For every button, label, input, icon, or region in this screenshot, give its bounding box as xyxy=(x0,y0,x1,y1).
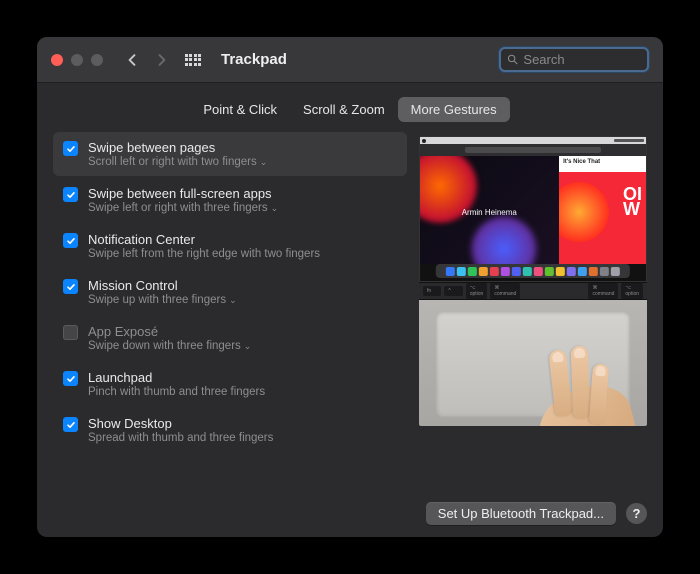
gesture-subtitle: Spread with thumb and three fingers xyxy=(88,432,273,444)
close-button[interactable] xyxy=(51,54,63,66)
back-button[interactable] xyxy=(121,49,143,71)
gesture-subtitle[interactable]: Swipe left or right with three fingers⌄ xyxy=(88,202,278,214)
checkbox[interactable] xyxy=(63,233,78,248)
search-input[interactable] xyxy=(523,52,641,67)
gesture-title: Show Desktop xyxy=(88,416,273,431)
preview-screen: Armin Heinema It's Nice That OIW xyxy=(419,136,647,282)
gesture-show-desktop[interactable]: Show Desktop Spread with thumb and three… xyxy=(53,408,407,452)
chevron-down-icon: ⌄ xyxy=(229,295,237,306)
gesture-swipe-pages[interactable]: Swipe between pages Scroll left or right… xyxy=(53,132,407,176)
help-button[interactable]: ? xyxy=(626,503,647,524)
preview-trackpad xyxy=(419,300,647,426)
gesture-title: Swipe between pages xyxy=(88,140,267,155)
gesture-app-expose[interactable]: App Exposé Swipe down with three fingers… xyxy=(53,316,407,360)
gesture-preview-video: Armin Heinema It's Nice That OIW fn^⌥opt… xyxy=(419,136,647,426)
search-icon xyxy=(507,53,518,66)
gesture-notification-center[interactable]: Notification Center Swipe left from the … xyxy=(53,224,407,268)
gesture-title: Mission Control xyxy=(88,278,237,293)
gesture-launchpad[interactable]: Launchpad Pinch with thumb and three fin… xyxy=(53,362,407,406)
gesture-subtitle[interactable]: Swipe down with three fingers⌄ xyxy=(88,340,251,352)
minimize-button[interactable] xyxy=(71,54,83,66)
footer: Set Up Bluetooth Trackpad... ? xyxy=(37,489,663,537)
preview-browser: Armin Heinema It's Nice That OIW xyxy=(420,144,646,264)
gesture-title: Swipe between full-screen apps xyxy=(88,186,278,201)
search-field[interactable] xyxy=(499,47,649,72)
gesture-title: App Exposé xyxy=(88,324,251,339)
tab-more-gestures[interactable]: More Gestures xyxy=(398,97,510,122)
checkbox[interactable] xyxy=(63,325,78,340)
gesture-title: Launchpad xyxy=(88,370,265,385)
preview-hand xyxy=(519,339,629,426)
window-title: Trackpad xyxy=(221,51,287,68)
chevron-down-icon: ⌄ xyxy=(260,157,268,168)
segmented-control: Point & Click Scroll & Zoom More Gesture… xyxy=(190,97,509,122)
gesture-subtitle: Swipe left from the right edge with two … xyxy=(88,248,320,260)
tab-scroll-zoom[interactable]: Scroll & Zoom xyxy=(290,97,398,122)
gesture-mission-control[interactable]: Mission Control Swipe up with three fing… xyxy=(53,270,407,314)
preview-artist-name: Armin Heinema xyxy=(462,208,517,217)
checkbox[interactable] xyxy=(63,371,78,386)
tab-point-click[interactable]: Point & Click xyxy=(190,97,290,122)
setup-bluetooth-trackpad-button[interactable]: Set Up Bluetooth Trackpad... xyxy=(426,502,616,525)
checkbox[interactable] xyxy=(63,187,78,202)
forward-button[interactable] xyxy=(151,49,173,71)
titlebar: Trackpad xyxy=(37,37,663,83)
zoom-button[interactable] xyxy=(91,54,103,66)
preview-sidebar-label: It's Nice That xyxy=(559,156,646,172)
checkbox[interactable] xyxy=(63,279,78,294)
gesture-subtitle[interactable]: Scroll left or right with two fingers⌄ xyxy=(88,156,267,168)
gesture-subtitle[interactable]: Swipe up with three fingers⌄ xyxy=(88,294,237,306)
chevron-down-icon: ⌄ xyxy=(244,341,252,352)
checkbox[interactable] xyxy=(63,417,78,432)
gesture-swipe-fullscreen[interactable]: Swipe between full-screen apps Swipe lef… xyxy=(53,178,407,222)
gesture-subtitle: Pinch with thumb and three fingers xyxy=(88,386,265,398)
preview-keyboard: fn^⌥option⌘command ⌘command⌥option xyxy=(419,282,647,300)
gesture-list: Swipe between pages Scroll left or right… xyxy=(53,132,407,489)
preferences-window: Trackpad Point & Click Scroll & Zoom Mor… xyxy=(37,37,663,537)
window-controls xyxy=(51,54,103,66)
preview-menubar xyxy=(420,137,646,144)
checkbox[interactable] xyxy=(63,141,78,156)
chevron-down-icon: ⌄ xyxy=(271,203,279,214)
gesture-title: Notification Center xyxy=(88,232,320,247)
preview-dock xyxy=(436,264,630,278)
content-area: Swipe between pages Scroll left or right… xyxy=(37,132,663,489)
show-all-icon[interactable] xyxy=(183,50,203,70)
preview-big-text: OIW xyxy=(623,187,642,218)
tab-bar: Point & Click Scroll & Zoom More Gesture… xyxy=(37,83,663,132)
